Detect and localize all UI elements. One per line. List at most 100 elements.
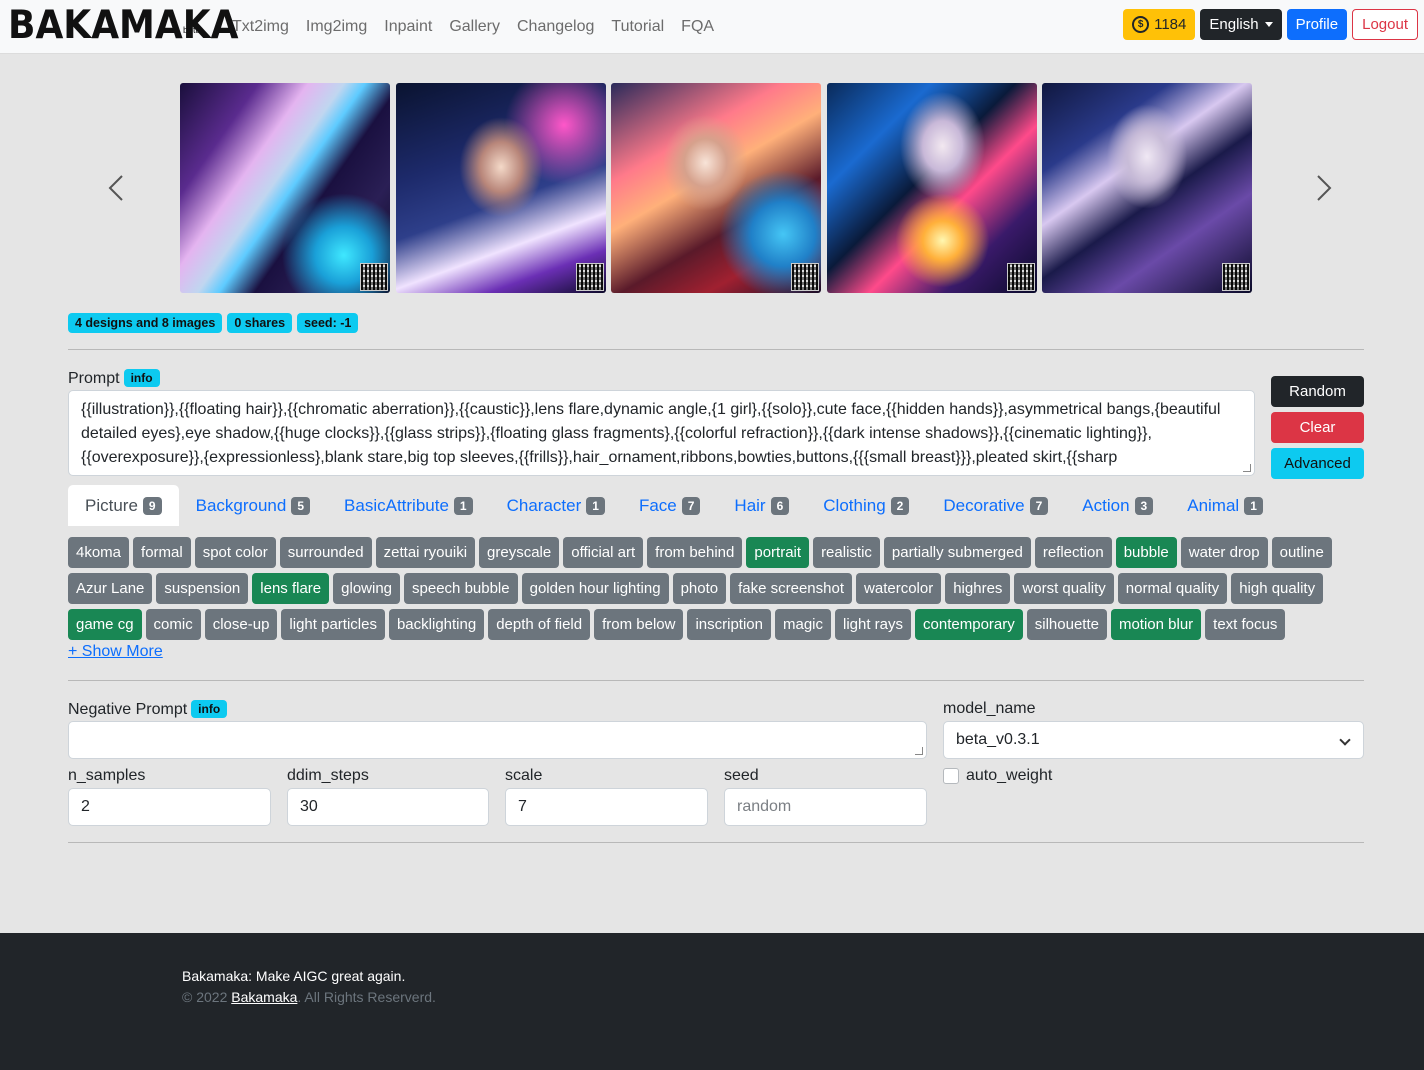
tag-button[interactable]: comic bbox=[145, 609, 201, 640]
tag-button[interactable]: from below bbox=[594, 609, 684, 640]
tag-button[interactable]: contemporary bbox=[915, 609, 1023, 640]
model-select[interactable]: beta_v0.3.1 bbox=[943, 721, 1364, 759]
brand-logo[interactable]: BAKAMAKA bbox=[8, 4, 239, 47]
tab-count-badge: 7 bbox=[1029, 496, 1049, 515]
resize-grip-icon[interactable] bbox=[915, 747, 923, 755]
nav-link-txt2img[interactable]: Txt2img bbox=[232, 18, 289, 36]
language-dropdown[interactable]: English bbox=[1200, 9, 1282, 40]
tag-button[interactable]: portrait bbox=[746, 537, 810, 568]
prompt-info-badge[interactable]: info bbox=[123, 369, 160, 387]
tag-button[interactable]: official art bbox=[563, 537, 644, 568]
tag-button[interactable]: high quality bbox=[1231, 573, 1324, 604]
seed-badge: seed: -1 bbox=[297, 313, 359, 333]
prompt-textarea[interactable]: {{illustration}},{{floating hair}},{{chr… bbox=[68, 390, 1255, 476]
tag-button[interactable]: watercolor bbox=[856, 573, 942, 604]
ddim-steps-input[interactable]: 30 bbox=[287, 788, 489, 826]
tag-button[interactable]: highres bbox=[945, 573, 1011, 604]
tag-button[interactable]: greyscale bbox=[479, 537, 560, 568]
tag-button[interactable]: depth of field bbox=[488, 609, 591, 640]
advanced-button[interactable]: Advanced bbox=[1271, 448, 1364, 479]
tab-action[interactable]: Action 3 bbox=[1065, 485, 1170, 526]
tab-animal[interactable]: Animal 1 bbox=[1170, 485, 1280, 526]
tag-list: 4koma formal spot color surrounded zettai ry… bbox=[68, 537, 1368, 645]
ddim-steps-label: ddim_steps bbox=[287, 767, 369, 784]
resize-grip-icon[interactable] bbox=[1243, 464, 1251, 472]
tag-button[interactable]: water drop bbox=[1180, 537, 1268, 568]
carousel-image-5[interactable] bbox=[1042, 83, 1252, 293]
carousel-image-4[interactable] bbox=[827, 83, 1037, 293]
carousel-image-3[interactable] bbox=[611, 83, 821, 293]
nav-link-img2img[interactable]: Img2img bbox=[306, 18, 367, 36]
tab-character[interactable]: Character 1 bbox=[490, 485, 622, 526]
tag-button[interactable]: close-up bbox=[204, 609, 278, 640]
negative-prompt-textarea[interactable] bbox=[68, 721, 927, 759]
carousel-image-1[interactable] bbox=[180, 83, 390, 293]
tag-button[interactable]: inscription bbox=[687, 609, 771, 640]
show-more-link[interactable]: + Show More bbox=[68, 643, 163, 661]
carousel-image-2[interactable] bbox=[396, 83, 606, 293]
nav-actions: $ 1184 English Profile Logout bbox=[1123, 9, 1418, 40]
tag-button[interactable]: motion blur bbox=[1110, 609, 1202, 640]
negative-info-badge[interactable]: info bbox=[191, 700, 228, 718]
tag-button[interactable]: glowing bbox=[333, 573, 401, 604]
tag-button[interactable]: zettai ryouiki bbox=[375, 537, 476, 568]
tag-button[interactable]: reflection bbox=[1034, 537, 1112, 568]
tag-button[interactable]: Azur Lane bbox=[68, 573, 153, 604]
tag-button[interactable]: light rays bbox=[835, 609, 912, 640]
coins-button[interactable]: $ 1184 bbox=[1123, 9, 1196, 40]
qr-code bbox=[360, 263, 388, 291]
tab-picture[interactable]: Picture 9 bbox=[68, 485, 179, 526]
tab-decorative[interactable]: Decorative 7 bbox=[926, 485, 1065, 526]
tag-button[interactable]: formal bbox=[133, 537, 191, 568]
tag-button[interactable]: normal quality bbox=[1117, 573, 1228, 604]
divider bbox=[68, 842, 1364, 843]
nav-link-tutorial[interactable]: Tutorial bbox=[611, 18, 664, 36]
tag-button[interactable]: game cg bbox=[68, 609, 142, 640]
tag-button[interactable]: golden hour lighting bbox=[521, 573, 669, 604]
tag-button[interactable]: photo bbox=[672, 573, 727, 604]
tag-button[interactable]: backlighting bbox=[388, 609, 485, 640]
tag-button[interactable]: spot color bbox=[194, 537, 276, 568]
tag-row: 4koma formal spot color surrounded zettai ry… bbox=[68, 537, 1368, 568]
tag-button[interactable]: realistic bbox=[813, 537, 880, 568]
tag-button[interactable]: speech bubble bbox=[404, 573, 518, 604]
top-navbar: BAKAMAKA beta Txt2img Img2img Inpaint Ga… bbox=[0, 0, 1424, 54]
tag-button[interactable]: fake screenshot bbox=[730, 573, 853, 604]
carousel-next-icon[interactable] bbox=[1304, 168, 1344, 208]
logout-button[interactable]: Logout bbox=[1352, 9, 1418, 40]
clear-button[interactable]: Clear bbox=[1271, 412, 1364, 443]
tag-button[interactable]: from behind bbox=[647, 537, 743, 568]
nav-link-inpaint[interactable]: Inpaint bbox=[384, 18, 432, 36]
profile-button[interactable]: Profile bbox=[1286, 9, 1348, 40]
nav-link-fqa[interactable]: FQA bbox=[681, 18, 714, 36]
scale-input[interactable]: 7 bbox=[505, 788, 708, 826]
brand-beta-label: beta bbox=[183, 25, 201, 35]
nav-link-changelog[interactable]: Changelog bbox=[517, 18, 594, 36]
nav-link-gallery[interactable]: Gallery bbox=[449, 18, 500, 36]
seed-input[interactable]: random bbox=[724, 788, 927, 826]
tag-button[interactable]: magic bbox=[774, 609, 831, 640]
auto-weight-checkbox[interactable] bbox=[943, 768, 959, 784]
tab-basicattribute[interactable]: BasicAttribute 1 bbox=[327, 485, 490, 526]
tag-button[interactable]: partially submerged bbox=[883, 537, 1031, 568]
random-button[interactable]: Random bbox=[1271, 376, 1364, 407]
tag-button[interactable]: silhouette bbox=[1026, 609, 1107, 640]
prompt-label-row: Prompt info bbox=[68, 369, 160, 388]
n-samples-input[interactable]: 2 bbox=[68, 788, 271, 826]
tag-button[interactable]: worst quality bbox=[1014, 573, 1114, 604]
tag-button[interactable]: light particles bbox=[281, 609, 385, 640]
tag-button[interactable]: 4koma bbox=[68, 537, 130, 568]
footer-bakamaka-link[interactable]: Bakamaka bbox=[231, 989, 297, 1005]
tag-button[interactable]: surrounded bbox=[279, 537, 372, 568]
tag-button[interactable]: outline bbox=[1271, 537, 1332, 568]
tab-hair[interactable]: Hair 6 bbox=[717, 485, 806, 526]
tab-clothing[interactable]: Clothing 2 bbox=[806, 485, 926, 526]
ddim-steps-value: 30 bbox=[300, 798, 318, 815]
tag-button[interactable]: lens flare bbox=[252, 573, 330, 604]
tab-face[interactable]: Face 7 bbox=[622, 485, 717, 526]
tag-button[interactable]: bubble bbox=[1115, 537, 1177, 568]
tag-button[interactable]: suspension bbox=[156, 573, 249, 604]
carousel-prev-icon[interactable] bbox=[96, 168, 136, 208]
tab-background[interactable]: Background 5 bbox=[179, 485, 327, 526]
tag-button[interactable]: text focus bbox=[1205, 609, 1286, 640]
